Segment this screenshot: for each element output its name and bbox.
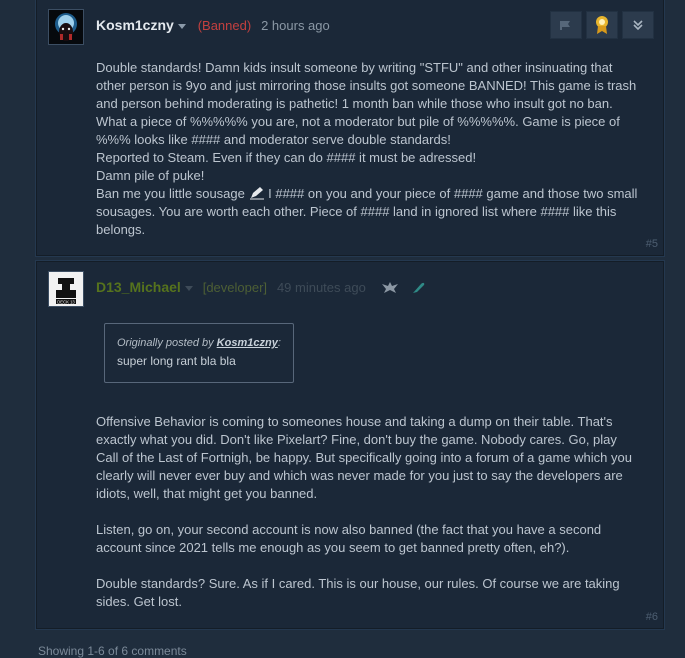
chevron-down-icon[interactable] [184,285,193,291]
avatar[interactable] [48,9,84,45]
comment-body: Double standards! Damn kids insult someo… [96,59,640,239]
quote-header: Originally posted by Kosm1czny: [117,337,281,349]
avatar-label: DECK 13 [57,299,75,304]
comments-count: Showing 1-6 of 6 comments [38,644,187,658]
comment-paragraph: Double standards! Damn kids insult someo… [96,60,637,147]
comment-body: Offensive Behavior is coming to someones… [96,413,640,611]
comment-paragraph: Offensive Behavior is coming to someones… [96,414,632,501]
feather-icon [412,282,424,293]
comment-paragraph: Reported to Steam. Even if they can do #… [96,150,477,165]
developer-badge-icon [381,282,398,293]
quoted-comment: Originally posted by Kosm1czny: super lo… [104,323,294,383]
collapse-button[interactable] [622,11,654,39]
comment-text-segment: Ban me you little sousage [96,186,245,201]
developer-tag: [developer] [202,280,268,295]
author-name[interactable]: D13_Michael [96,279,181,295]
banned-badge: (Banned) [197,18,252,33]
comment-paragraph: Damn pile of puke! [96,168,205,183]
report-button[interactable] [550,11,582,39]
comment-timestamp: 2 hours ago [261,18,330,33]
pen-icon [249,187,264,200]
comment-timestamp: 49 minutes ago [276,280,366,295]
comment-author-line: Kosm1czny (Banned) 2 hours ago [96,17,330,33]
author-name[interactable]: Kosm1czny [96,17,174,33]
comment-author-line: D13_Michael [developer] 49 minutes ago [96,279,426,295]
chevron-down-icon[interactable] [177,23,186,29]
avatar[interactable]: DECK 13 [48,271,84,307]
quote-prefix: Originally posted by [117,337,214,349]
comment-paragraph: Ban me you little sousage I #### on you … [96,185,640,239]
collapse-icon [633,20,643,31]
comment-post: Kosm1czny (Banned) 2 hours ago Double st… [35,0,665,257]
post-number[interactable]: #6 [646,611,658,623]
award-button[interactable] [586,11,618,39]
quote-text: super long rant bla bla [117,354,236,368]
comment-paragraph: Listen, go on, your second account is no… [96,522,602,555]
comment-post: DECK 13 D13_Michael [developer] 49 minut… [35,260,665,630]
comment-paragraph: Double standards? Sure. As if I cared. T… [96,576,620,609]
quote-colon: : [277,337,281,349]
award-icon [596,16,608,34]
post-number[interactable]: #5 [646,238,658,250]
flag-icon [560,21,570,30]
quote-author-link[interactable]: Kosm1czny [217,337,278,349]
